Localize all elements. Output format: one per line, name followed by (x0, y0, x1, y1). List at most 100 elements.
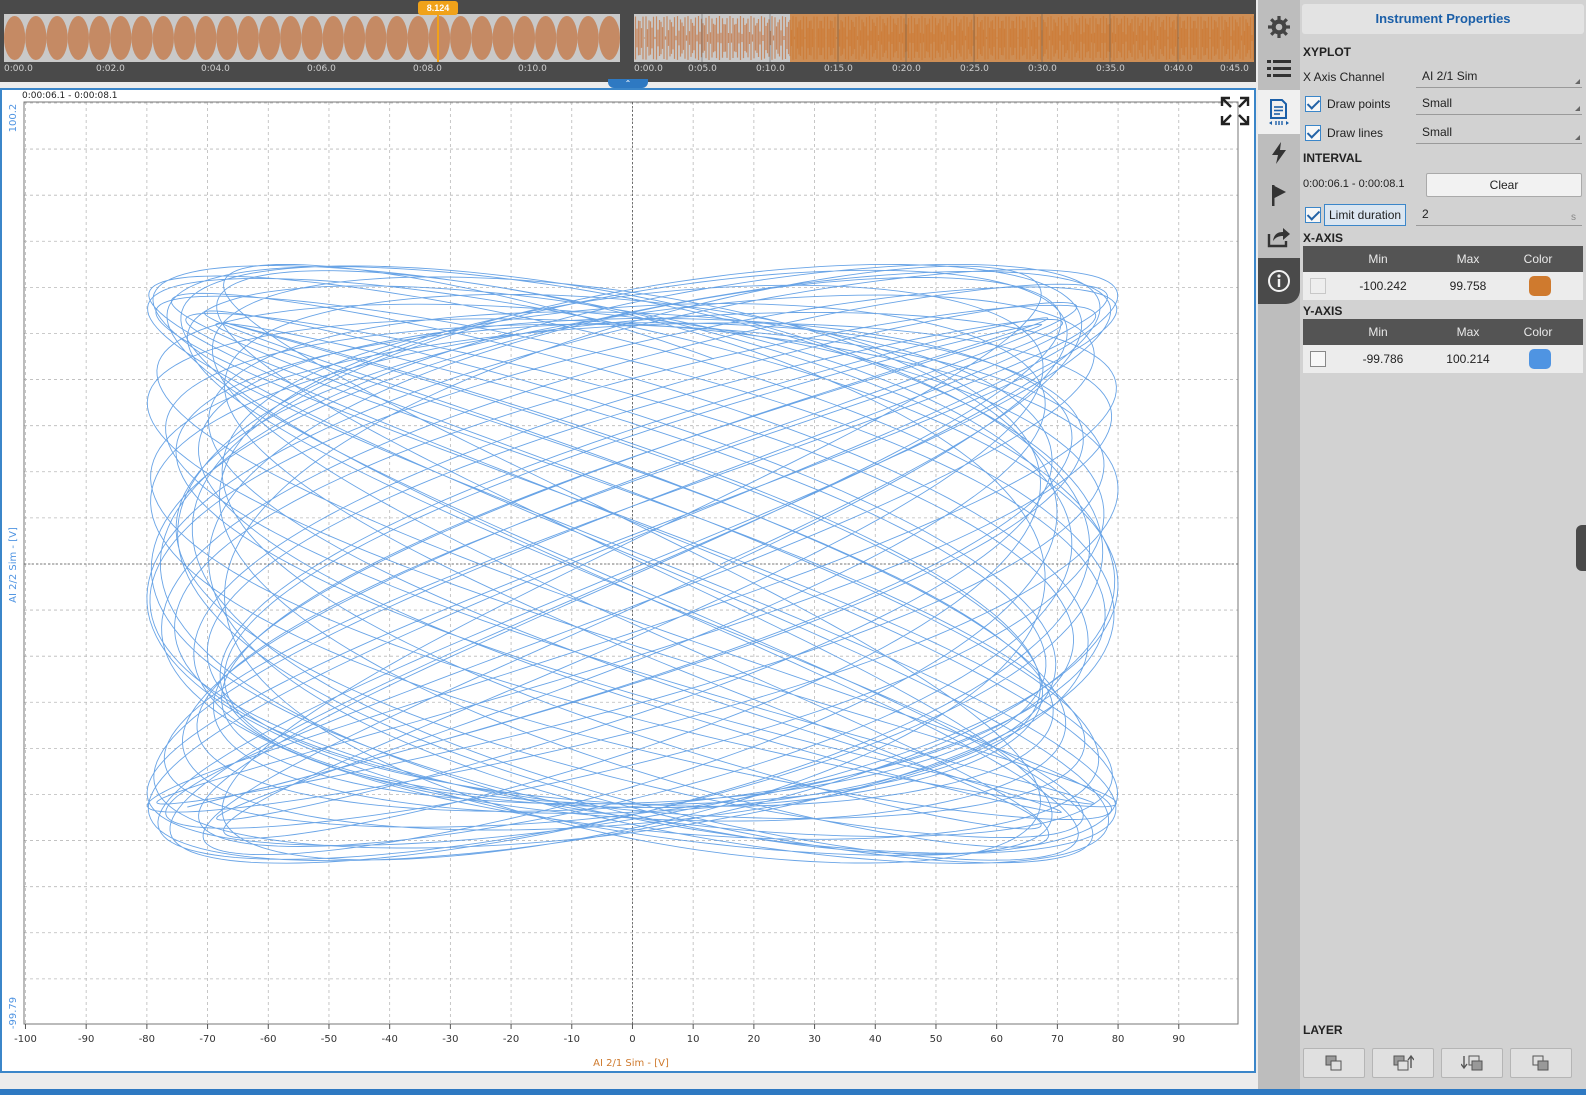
lightning-icon (1272, 142, 1286, 164)
tab-export[interactable] (1258, 216, 1300, 258)
side-tab-column (1258, 0, 1300, 1095)
overview-waveform-lobe (343, 16, 366, 60)
overview-waveform-lobe (258, 16, 281, 60)
x-tick-label: -100 (14, 1034, 37, 1045)
layer-forward-icon (1325, 1055, 1342, 1071)
x-tick-label: -60 (260, 1034, 276, 1045)
xy-plot-chart[interactable]: -100 -90 -80 -70 -60 -50 -40 -30 -20 -10 0 10 20 30 40… (0, 88, 1256, 1073)
layer-bring-to-front-button[interactable] (1372, 1048, 1434, 1078)
layer-bring-forward-button[interactable] (1303, 1048, 1365, 1078)
overview-selection-highlight (790, 14, 1254, 62)
tab-properties[interactable] (1258, 90, 1300, 134)
overview-left-svg (4, 16, 620, 60)
xyplot-section-title: XYPLOT (1303, 45, 1352, 59)
x-tick-label: -80 (139, 1034, 155, 1045)
overview-waveform-lobe (365, 16, 387, 60)
time-cursor-badge[interactable]: 8.124 (418, 1, 458, 15)
overview-tick: 0:10.0 (756, 64, 785, 74)
collapse-overview-button[interactable]: ⌃ (608, 79, 648, 88)
overview-waveform-lobe (450, 16, 472, 60)
y-axis-min-label: -99.79 (8, 997, 19, 1029)
overview-tick: 0:30.0 (1028, 64, 1057, 74)
info-icon (1268, 270, 1290, 292)
layer-backward-icon (1532, 1055, 1549, 1071)
y-axis-title: AI 2/2 Sim - [V] (8, 527, 19, 603)
overview-tick: 0:00.0 (4, 64, 33, 74)
limit-duration-label: Limit duration (1324, 204, 1406, 226)
x-axis-channel-dropdown[interactable]: AI 2/1 Sim (1416, 66, 1582, 88)
y-axis-color-swatch[interactable] (1529, 349, 1551, 369)
x-tick-label: 30 (808, 1034, 821, 1045)
overview-waveform-lobe (46, 16, 68, 60)
overview-waveform-lobe (67, 16, 89, 60)
limit-duration-input[interactable]: 2 s (1416, 204, 1582, 226)
x-tick-label: 40 (869, 1034, 882, 1045)
tab-markers[interactable] (1258, 174, 1300, 216)
x-tick-label: 10 (687, 1034, 700, 1045)
draw-lines-size-dropdown[interactable]: Small (1416, 122, 1582, 144)
overview-left-ticks: 0:00.0 0:02.0 0:04.0 0:06.0 0:08.0 0:10.… (4, 64, 620, 78)
tab-trigger[interactable] (1258, 132, 1300, 174)
layer-send-to-back-button[interactable] (1441, 1048, 1503, 1078)
x-axis-max[interactable]: 99.758 (1428, 272, 1508, 300)
col-color: Color (1523, 325, 1553, 339)
x-axis-manual-checkbox[interactable] (1310, 278, 1326, 294)
interval-section-title: INTERVAL (1303, 151, 1362, 165)
limit-duration-checkbox[interactable] (1305, 207, 1321, 223)
overview-tick: 0:05.0 (688, 64, 717, 74)
overview-waveform-lobe (322, 16, 344, 60)
draw-points-checkbox[interactable] (1305, 96, 1321, 112)
x-tick-label: -30 (442, 1034, 458, 1045)
tab-settings[interactable] (1258, 6, 1300, 48)
overview-waveform-lobe (280, 16, 302, 60)
x-tick-label: -40 (381, 1034, 397, 1045)
col-min: Min (1368, 252, 1388, 266)
overview-waveform-lobe (407, 16, 429, 60)
y-axis-max-label: 100.2 (8, 104, 19, 133)
x-tick-label: 80 (1112, 1034, 1125, 1045)
col-max: Max (1456, 252, 1480, 266)
overview-left-waveform[interactable] (4, 14, 620, 62)
y-axis-manual-checkbox[interactable] (1310, 351, 1326, 367)
overview-waveform-lobe (535, 16, 557, 60)
overview-waveform-lobe (131, 16, 153, 60)
draw-lines-checkbox[interactable] (1305, 125, 1321, 141)
overview-waveform-lobe (556, 16, 578, 60)
tab-info[interactable] (1258, 258, 1300, 304)
overview-tick: 0:08.0 (413, 64, 442, 74)
overview-waveform-lobe (386, 16, 408, 60)
draw-points-size-dropdown[interactable]: Small (1416, 93, 1582, 115)
plot-border (23, 101, 1239, 1025)
tab-list[interactable] (1258, 48, 1300, 90)
overview-right-ticks: 0:00.0 0:05.0 0:10.0 0:15.0 0:20.0 0:25.… (634, 64, 1254, 78)
overview-waveform-lobe (88, 16, 111, 60)
x-axis-min[interactable]: -100.242 (1333, 272, 1433, 300)
panel-collapse-handle[interactable] (1576, 525, 1586, 571)
layer-send-backward-button[interactable] (1510, 1048, 1572, 1078)
layer-back-icon (1461, 1055, 1483, 1071)
fullscreen-icon[interactable] (1220, 96, 1250, 126)
x-axis-color-swatch[interactable] (1529, 276, 1551, 296)
y-axis-max[interactable]: 100.214 (1428, 345, 1508, 373)
plot-axes (23, 101, 1239, 1025)
clear-interval-button[interactable]: Clear (1426, 173, 1582, 197)
x-tick-label: -90 (78, 1034, 94, 1045)
col-color: Color (1523, 252, 1553, 266)
overview-right-svg (634, 14, 1254, 62)
col-max: Max (1456, 325, 1480, 339)
overview-waveform-lobe (25, 16, 47, 60)
overview-waveform-lobe (471, 16, 493, 60)
x-axis-title: AI 2/1 Sim - [V] (593, 1058, 669, 1069)
list-icon (1267, 60, 1291, 77)
overview-waveform-lobe (237, 16, 259, 60)
x-tick-label: 20 (748, 1034, 761, 1045)
y-axis-min[interactable]: -99.786 (1333, 345, 1433, 373)
overview-waveform-lobe (492, 16, 514, 60)
overview-right-waveform[interactable] (634, 14, 1254, 62)
panel-title: Instrument Properties (1302, 4, 1584, 34)
x-tick-label: -10 (564, 1034, 580, 1045)
overview-tick: 0:00.0 (634, 64, 663, 74)
overview-waveform-lobe (513, 16, 536, 60)
properties-page-icon (1269, 99, 1289, 125)
time-cursor-line[interactable] (437, 14, 439, 62)
